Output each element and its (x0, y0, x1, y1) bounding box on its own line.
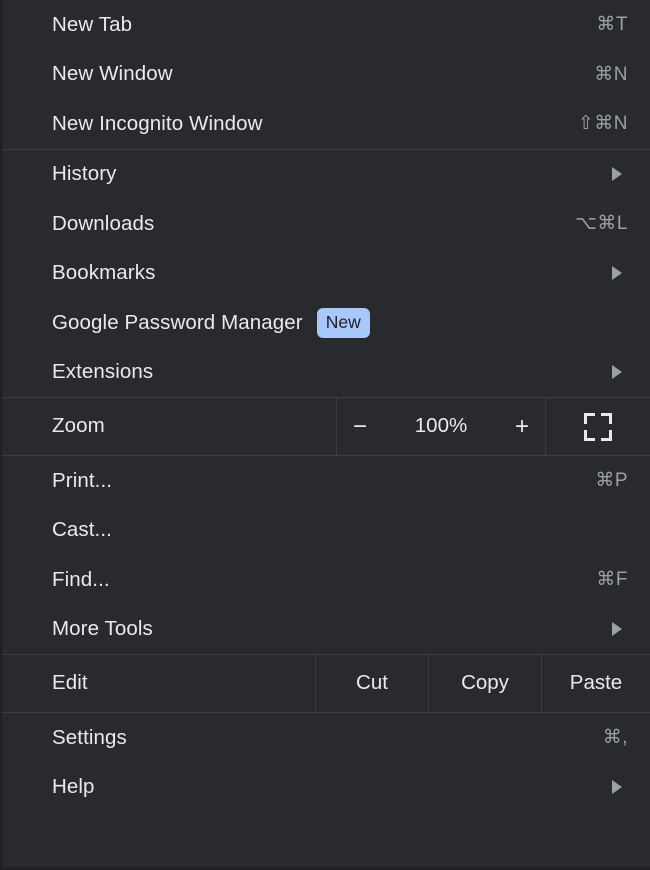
menu-item-new-incognito-window[interactable]: New Incognito Window ⇧⌘N (2, 99, 650, 149)
menu-item-label: More Tools (52, 619, 153, 640)
menu-item-label: New Tab (52, 15, 132, 36)
copy-button[interactable]: Copy (428, 655, 541, 712)
submenu-arrow-icon (612, 365, 622, 379)
fullscreen-icon (584, 413, 612, 441)
menu-item-bookmarks[interactable]: Bookmarks (2, 249, 650, 299)
submenu-arrow-icon (612, 622, 622, 636)
paste-button[interactable]: Paste (541, 655, 650, 712)
submenu-arrow-icon (612, 780, 622, 794)
menu-item-label: Google Password Manager (52, 313, 303, 334)
menu-item-new-window[interactable]: New Window ⌘N (2, 50, 650, 100)
menu-item-label: Print... (52, 471, 112, 492)
menu-item-extensions[interactable]: Extensions (2, 348, 650, 398)
menu-item-new-tab[interactable]: New Tab ⌘T (2, 0, 650, 50)
edit-label: Edit (52, 673, 88, 694)
zoom-in-button[interactable]: + (499, 398, 545, 455)
menu-item-print[interactable]: Print... ⌘P (2, 456, 650, 506)
menu-item-label: Bookmarks (52, 263, 155, 284)
submenu-arrow-icon (612, 266, 622, 280)
zoom-level-value: 100% (383, 416, 499, 437)
zoom-controls: − 100% + (336, 398, 545, 455)
menu-item-shortcut: ⌘, (603, 728, 628, 747)
menu-item-help[interactable]: Help (2, 763, 650, 813)
menu-item-history[interactable]: History (2, 150, 650, 200)
menu-item-label: Extensions (52, 362, 153, 383)
menu-item-find[interactable]: Find... ⌘F (2, 555, 650, 605)
menu-item-shortcut: ⌘P (595, 471, 628, 490)
submenu-arrow-icon (612, 167, 622, 181)
menu-section-new: New Tab ⌘T New Window ⌘N New Incognito W… (2, 0, 650, 149)
edit-label-cell: Edit (2, 655, 315, 712)
menu-item-label: New Incognito Window (52, 114, 263, 135)
menu-item-shortcut: ⌘N (594, 65, 628, 84)
chrome-main-menu: New Tab ⌘T New Window ⌘N New Incognito W… (0, 0, 650, 870)
menu-item-edit-row: Edit Cut Copy Paste (2, 655, 650, 712)
menu-item-label: New Window (52, 64, 173, 85)
menu-item-label-group: Google Password Manager New (52, 308, 370, 339)
menu-item-more-tools[interactable]: More Tools (2, 605, 650, 655)
zoom-label: Zoom (52, 416, 105, 437)
menu-section-settings: Settings ⌘, Help (2, 713, 650, 812)
menu-item-label: Settings (52, 728, 127, 749)
menu-item-label: Cast... (52, 520, 112, 541)
menu-item-cast[interactable]: Cast... (2, 506, 650, 556)
menu-item-label: Downloads (52, 214, 154, 235)
fullscreen-button[interactable] (545, 398, 650, 455)
zoom-label-cell: Zoom (2, 398, 336, 455)
menu-section-browse: History Downloads ⌥⌘L Bookmarks Google P… (2, 150, 650, 398)
menu-bottom-padding (2, 812, 650, 867)
menu-item-shortcut: ⌘T (596, 15, 628, 34)
menu-item-settings[interactable]: Settings ⌘, (2, 713, 650, 763)
menu-section-tools: Print... ⌘P Cast... Find... ⌘F More Tool… (2, 456, 650, 654)
menu-item-downloads[interactable]: Downloads ⌥⌘L (2, 199, 650, 249)
new-badge: New (317, 308, 370, 339)
cut-button[interactable]: Cut (315, 655, 428, 712)
menu-item-google-password-manager[interactable]: Google Password Manager New (2, 298, 650, 348)
zoom-out-button[interactable]: − (337, 398, 383, 455)
menu-item-zoom-row: Zoom − 100% + (2, 398, 650, 455)
menu-item-label: Help (52, 777, 95, 798)
menu-item-shortcut: ⌘F (596, 570, 628, 589)
menu-item-shortcut: ⌥⌘L (575, 214, 628, 233)
menu-item-label: Find... (52, 570, 110, 591)
menu-item-shortcut: ⇧⌘N (578, 114, 628, 133)
menu-item-label: History (52, 164, 116, 185)
